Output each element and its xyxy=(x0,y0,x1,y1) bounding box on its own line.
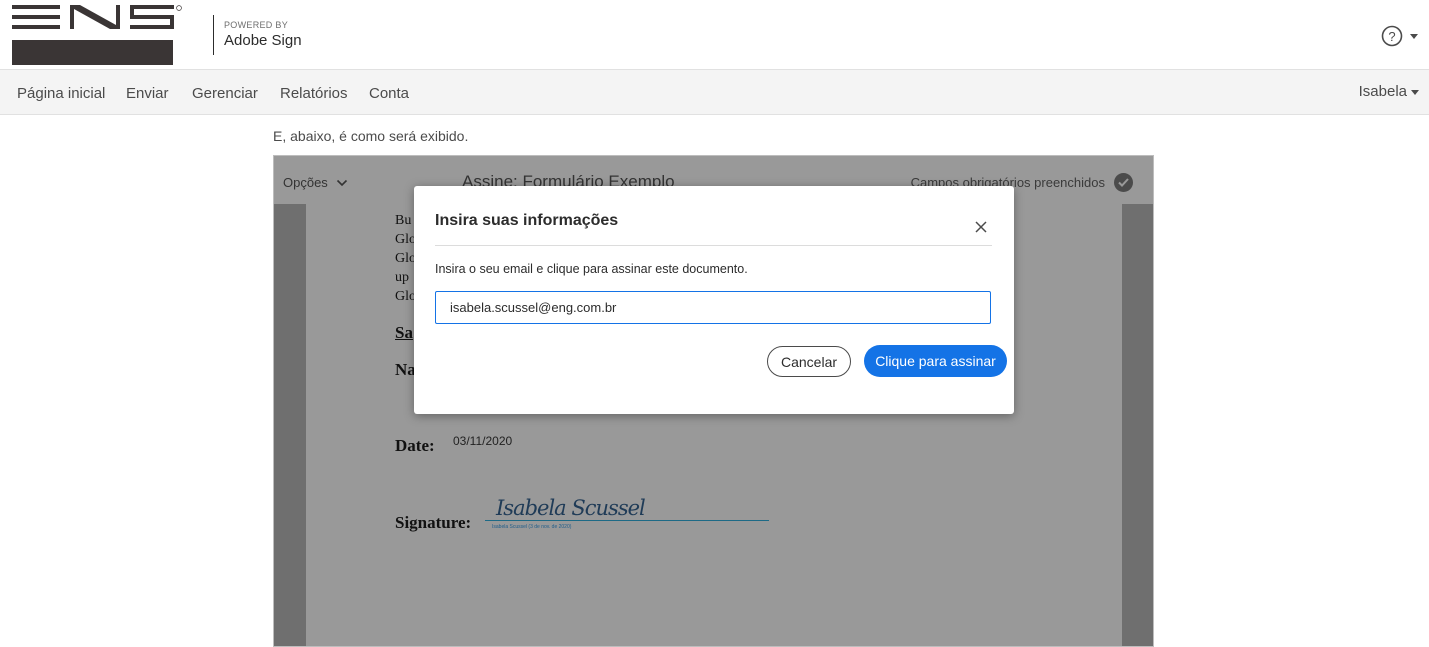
enter-info-dialog: Insira suas informações Insira o seu ema… xyxy=(414,186,1014,414)
doc-text-line: Glo xyxy=(395,289,416,304)
check-circle-icon xyxy=(1114,173,1133,192)
divider xyxy=(435,245,992,246)
help-circle-icon: ? xyxy=(1381,25,1418,47)
name-label: Na xyxy=(395,360,416,379)
doc-text-line: Bu xyxy=(395,213,412,228)
doc-text-line: Glo xyxy=(395,251,416,266)
click-to-sign-button[interactable]: Clique para assinar xyxy=(864,345,1007,377)
chevron-down-icon xyxy=(1411,89,1419,95)
nav-home[interactable]: Página inicial xyxy=(17,85,105,102)
nav-reports[interactable]: Relatórios xyxy=(280,85,348,102)
signature-line xyxy=(485,520,769,521)
signature-image[interactable]: Isabela Scussel xyxy=(496,496,646,520)
preview-caption: E, abaixo, é como será exibido. xyxy=(273,128,469,144)
user-name: Isabela xyxy=(1358,83,1407,100)
doc-text-line: Glo xyxy=(395,232,416,247)
nav-send[interactable]: Enviar xyxy=(126,85,169,102)
dialog-title: Insira suas informações xyxy=(435,212,619,229)
options-menu[interactable]: Opções xyxy=(283,175,348,190)
doc-text-line: up xyxy=(395,270,409,285)
chevron-down-icon xyxy=(337,179,348,187)
nav-manage[interactable]: Gerenciar xyxy=(192,85,258,102)
eng-logo[interactable] xyxy=(12,5,182,65)
signature-label: Signature: xyxy=(395,513,472,532)
user-menu[interactable]: Isabela xyxy=(1359,83,1419,100)
date-label: Date: xyxy=(395,436,435,455)
svg-text:?: ? xyxy=(1388,29,1395,44)
signature-subtext: Isabela Scussel (3 de nov. de 2020) xyxy=(492,524,572,530)
date-value: 03/11/2020 xyxy=(453,434,513,448)
help-menu-button[interactable]: ? xyxy=(1381,24,1423,48)
options-label: Opções xyxy=(283,175,328,190)
adobe-sign-brand: Adobe Sign xyxy=(224,32,302,49)
close-icon[interactable] xyxy=(970,216,992,238)
dialog-description: Insira o seu email e clique para assinar… xyxy=(435,262,748,276)
powered-by-block: POWERED BY Adobe Sign xyxy=(213,15,302,55)
email-field[interactable] xyxy=(435,291,991,324)
section-heading: Sa xyxy=(395,323,413,342)
powered-by-text: POWERED BY xyxy=(224,20,289,30)
app-header: POWERED BY Adobe Sign ? xyxy=(0,0,1429,70)
cancel-button[interactable]: Cancelar xyxy=(767,346,851,377)
main-nav: Página inicial Enviar Gerenciar Relatóri… xyxy=(0,70,1429,115)
nav-account[interactable]: Conta xyxy=(369,85,409,102)
